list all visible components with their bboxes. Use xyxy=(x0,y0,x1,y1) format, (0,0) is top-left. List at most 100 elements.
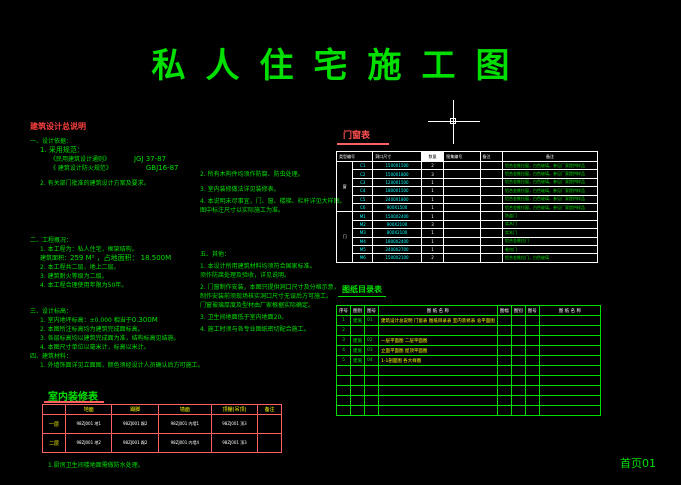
dec-r2-wall: 98ZJ001 内墙4 xyxy=(157,433,212,453)
note-s2-item4: 4. 本工程合理使用年限为50年。 xyxy=(40,282,128,289)
door-cell-empty xyxy=(443,186,481,196)
drawing-index-row: 4 建施 03 立面平面图 屋顶平面图 xyxy=(336,345,602,356)
dwg-cell-no: 5 xyxy=(336,355,351,366)
dwg-cell-empty xyxy=(496,325,512,336)
drawing-index-row xyxy=(336,385,602,396)
dwg-col-type: 图别 xyxy=(350,305,365,316)
design-notes-middle: 2. 所有木构件均须作防腐、防虫处理。 3. 室内装修做法详见装修表。 4. 本… xyxy=(200,170,346,215)
drawing-index-heading-underline xyxy=(338,296,386,297)
dwg-cell-empty xyxy=(524,325,540,336)
design-notes-left: 一、设计依据： 1. 采用规范： 《民用建筑设计通则》 JGJ 37-87 《 … xyxy=(30,137,178,188)
dwg-cell-empty xyxy=(510,365,526,376)
dec-r1-remark xyxy=(257,414,282,434)
dwg-cell-empty xyxy=(496,385,512,396)
drawing-index-row: 5 建施 04 1-1剖面图 各大样图 xyxy=(336,355,602,366)
dwg-cell-type xyxy=(350,395,365,406)
door-cell-empty xyxy=(479,236,504,246)
door-cell-empty xyxy=(443,177,481,188)
dec-r2-ceiling: 98ZJ001 顶3 xyxy=(210,433,259,453)
dwg-cell-empty xyxy=(538,405,602,416)
drawing-title: 私人住宅施工图 xyxy=(151,46,530,86)
dwg-cell-empty xyxy=(510,395,526,406)
door-cell-empty xyxy=(479,186,504,196)
door-cell-size: 1800X2400 xyxy=(372,236,422,246)
note-mid2-item1: 1. 本设计所用建筑材料均须符合国家标准。 xyxy=(200,263,316,270)
door-window-heading: 门窗表 xyxy=(343,131,371,141)
dwg-cell-empty xyxy=(538,335,602,346)
door-window-row: C5 2400X1800 1 铝合金推拉窗，白色玻璃，参见厂家提供样品 xyxy=(337,194,598,204)
dwg-cell-name xyxy=(378,395,498,406)
door-cell-note: 铝合金推拉窗，白色玻璃，参见厂家提供样品 xyxy=(502,194,598,204)
door-cell-code: M6 xyxy=(352,253,374,263)
dec-col-wall: 墙面 xyxy=(157,404,212,415)
dwg-cell-no xyxy=(336,365,351,376)
door-cell-qty: 1 xyxy=(420,244,445,255)
decoration-footnote: 1.厨房卫生间楼地面需做防水处理。 xyxy=(48,462,144,469)
design-notes-middle2: 五、其他： 1. 本设计所用建筑材料均须符合国家标准。 须作防腐处理及验收，详见… xyxy=(200,250,340,334)
door-cell-qty: 3 xyxy=(420,219,445,230)
dwg-col-num: 图号 xyxy=(364,305,379,316)
door-cell-empty xyxy=(479,177,504,188)
dwg-cell-no xyxy=(336,375,351,386)
dwg-cell-empty xyxy=(510,375,526,386)
drawing-index-row xyxy=(336,375,602,386)
design-notes-s3: 三、设计标高： 1. 室内地坪标高：±0.000 相当于0.300M 2. 本图… xyxy=(30,307,204,370)
dwg-cell-type xyxy=(350,325,365,336)
dec-col-ceiling: 顶棚(吊顶) xyxy=(210,404,259,415)
door-cell-empty xyxy=(443,194,481,204)
dwg-cell-type: 建施 xyxy=(350,315,365,326)
door-cell-note: 实木门 xyxy=(502,219,598,230)
dwg-cell-name: 建筑设计总说明 门窗表 图纸目录表 室内装修表 总平面图 xyxy=(378,315,498,326)
dwg-cell-type xyxy=(350,405,365,416)
dwg-col-size: 图幅 xyxy=(496,305,512,316)
door-cell-note: 防盗门 xyxy=(502,211,598,221)
door-cell-empty xyxy=(479,253,504,263)
dwg-cell-empty xyxy=(496,395,512,406)
decoration-heading-underline xyxy=(44,401,104,403)
design-notes-heading: 建筑设计总说明 xyxy=(30,122,86,131)
dwg-cell-empty xyxy=(524,345,540,356)
door-col-size: 洞口尺寸 xyxy=(372,151,422,162)
dwg-cell-empty xyxy=(538,395,602,406)
drawing-index-row xyxy=(336,395,602,406)
dwg-cell-name: 1-1剖面图 各大样图 xyxy=(378,355,498,366)
door-cell-empty xyxy=(479,211,504,221)
dwg-cell-num: 04 xyxy=(364,355,379,366)
dwg-cell-empty xyxy=(496,335,512,346)
dwg-cell-type: 建施 xyxy=(350,355,365,366)
door-window-row: C6 900X1500 1 铝合金推拉窗，白色玻璃，参见厂家提供样品 xyxy=(337,202,598,213)
door-col-atlas: 图集编号 xyxy=(443,151,481,162)
door-cell-size: 900X1500 xyxy=(372,202,422,213)
door-cell-code: M5 xyxy=(352,244,374,255)
door-cell-empty xyxy=(443,236,481,246)
page-label: 首页01 xyxy=(620,457,656,470)
note-s3-item2: 2. 本图所注标高均为建筑完成面标高。 xyxy=(40,326,144,333)
dec-r1-ground: 98ZJ001 地1 xyxy=(64,414,113,434)
door-cell-qty: 2 xyxy=(420,253,445,263)
dwg-cell-empty xyxy=(496,365,512,376)
dwg-cell-no xyxy=(336,385,351,396)
note-mid2-item3: 3. 卫生间地面低于室内地面20。 xyxy=(200,314,288,321)
dwg-cell-type xyxy=(350,365,365,376)
dwg-cell-empty xyxy=(510,345,526,356)
note-mid2-item2: 2. 门窗制作安装，本图只提供洞口尺寸及分格示意， xyxy=(200,284,340,291)
door-window-row: 门 M1 1500X2400 1 防盗门 xyxy=(335,211,598,263)
door-cell-note: 铝合金推拉窗，白色玻璃，参见厂家提供样品 xyxy=(502,202,598,213)
dwg-cell-empty xyxy=(496,315,512,326)
note-mid2-item2c: 门窗玻璃厚度及型材由厂家根据实际确定。 xyxy=(200,302,315,309)
dwg-col-type2: 图别 xyxy=(510,305,526,316)
door-col-remark: 备注 xyxy=(479,151,504,162)
dwg-cell-type xyxy=(350,375,365,386)
note-std1: 《民用建筑设计通则》 JGJ 37-87 xyxy=(50,155,167,163)
dec-floor1: 一层 xyxy=(42,414,66,434)
door-cell-qty: 1 xyxy=(420,177,445,188)
door-window-row: M4 1800X2400 1 铝合金推拉门 xyxy=(337,236,598,246)
dwg-cell-num xyxy=(364,385,379,396)
door-cell-note: 卷帘门 xyxy=(502,244,598,255)
dwg-cell-name xyxy=(378,325,498,336)
dwg-cell-name xyxy=(378,365,498,376)
door-cell-size: 1500X1500 xyxy=(372,160,422,171)
note-mid-item2: 2. 所有木构件均须作防腐、防虫处理。 xyxy=(200,171,304,178)
drawing-index-row: 1 建施 01 建筑设计总说明 门窗表 图纸目录表 室内装修表 总平面图 xyxy=(336,315,602,326)
dwg-cell-empty xyxy=(538,325,602,336)
